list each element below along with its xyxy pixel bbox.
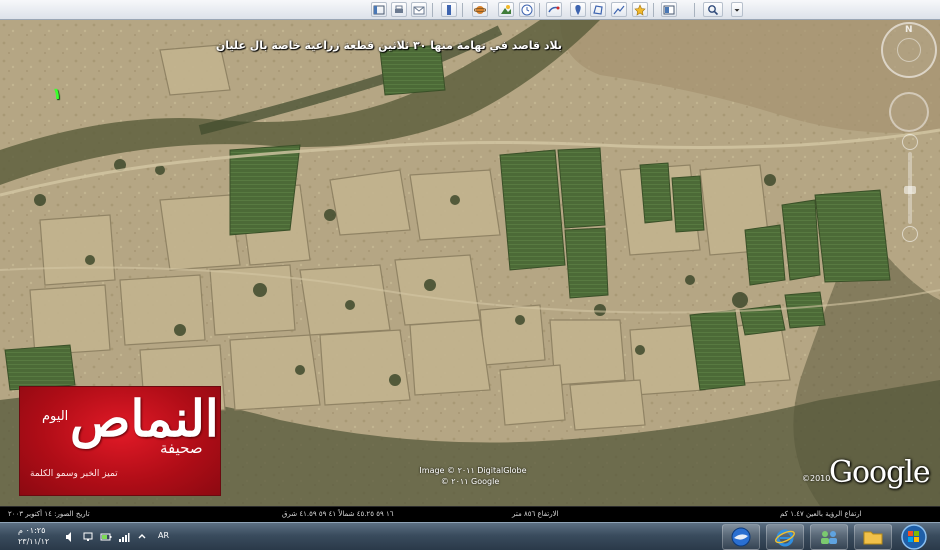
sidebar-toggle-icon[interactable] [371, 2, 387, 17]
toolbar [0, 0, 940, 20]
add-placemark-icon[interactable] [570, 2, 586, 17]
imagery-date: تاريخ الصور: ١٤ أكتوبر ٢٠٠٣ [8, 510, 90, 518]
taskbar: ٠١:٢٥ م ٢٣/١١/١٢ AR [0, 522, 940, 550]
planet-icon[interactable] [472, 2, 488, 17]
compass-center[interactable] [897, 38, 921, 62]
compass-north-label: N [905, 25, 913, 35]
placemark-label[interactable]: ١ [52, 84, 62, 103]
start-button[interactable] [899, 523, 929, 550]
clock-time[interactable]: ٠١:٢٥ م [18, 526, 45, 535]
language-indicator[interactable]: AR [158, 531, 169, 540]
imagery-credit: Image © ٢٠١١ DigitalGlobe [419, 466, 527, 475]
add-overlay-icon[interactable] [632, 2, 648, 17]
network-icon[interactable] [810, 524, 848, 550]
google-logo: Google [829, 455, 931, 490]
toolbar-separator [653, 3, 654, 17]
internet-explorer-icon[interactable] [766, 524, 804, 550]
toolbar-separator [432, 3, 433, 17]
zoom-thumb[interactable] [904, 186, 916, 194]
google-earth-window: بلاد قاصد في تهامة منها ٣٠ ثلاثين قطعة ز… [0, 0, 940, 550]
toolbar-separator [539, 3, 540, 17]
map-viewport[interactable]: بلاد قاصد في تهامة منها ٣٠ ثلاثين قطعة ز… [0, 20, 940, 506]
search-icon[interactable] [703, 2, 723, 17]
print-icon[interactable] [391, 2, 407, 17]
zoom-slider[interactable] [902, 134, 918, 242]
clock-date[interactable]: ٢٣/١١/١٢ [18, 537, 49, 546]
folder-icon[interactable] [854, 524, 892, 550]
google-earth-icon[interactable] [722, 524, 760, 550]
elevation: الارتفاع ٨٥٦ متر [512, 510, 559, 518]
coordinates: ١٦ ٥٩ ٤٥.٢٥ شمالاً ٤١ ٥٩ ٤١.٥٩ شرق [282, 510, 394, 518]
ruler-icon[interactable] [441, 2, 457, 17]
zoom-out-icon[interactable] [902, 226, 918, 242]
navigation-controls: N [881, 22, 937, 252]
zoom-in-icon[interactable] [902, 134, 918, 150]
email-icon[interactable] [411, 2, 427, 17]
toolbar-separator [462, 3, 463, 17]
google-credit: © ٢٠١١ Google [440, 477, 500, 486]
tour-icon[interactable] [546, 2, 562, 17]
show-hidden-icons-icon[interactable] [136, 531, 148, 543]
battery-icon[interactable] [100, 531, 112, 543]
dropdown-icon[interactable] [731, 2, 743, 17]
view-toggle-icon[interactable] [661, 2, 677, 17]
logo-today-text: اليوم [42, 409, 69, 424]
eye-altitude: ارتفاع الرؤية بالعين ١.٤٧ كم [780, 510, 862, 518]
signal-icon[interactable] [118, 531, 130, 543]
add-polygon-icon[interactable] [590, 2, 606, 17]
google-year: ©2010 [802, 474, 831, 483]
network-tray-icon[interactable] [82, 531, 94, 543]
add-path-icon[interactable] [611, 2, 627, 17]
status-bar: تاريخ الصور: ١٤ أكتوبر ٢٠٠٣ ١٦ ٥٩ ٤٥.٢٥ … [0, 506, 940, 522]
toolbar-separator [694, 3, 695, 17]
sunlight-icon[interactable] [498, 2, 514, 17]
move-joystick[interactable] [889, 92, 929, 132]
volume-icon[interactable] [64, 531, 76, 543]
historical-imagery-icon[interactable] [519, 2, 535, 17]
logo-paper-text: صحيفة [160, 439, 203, 457]
compass-ring[interactable]: N [881, 22, 937, 78]
map-title-text: بلاد قاصد في تهامة منها ٣٠ ثلاثين قطعة ز… [215, 39, 562, 52]
